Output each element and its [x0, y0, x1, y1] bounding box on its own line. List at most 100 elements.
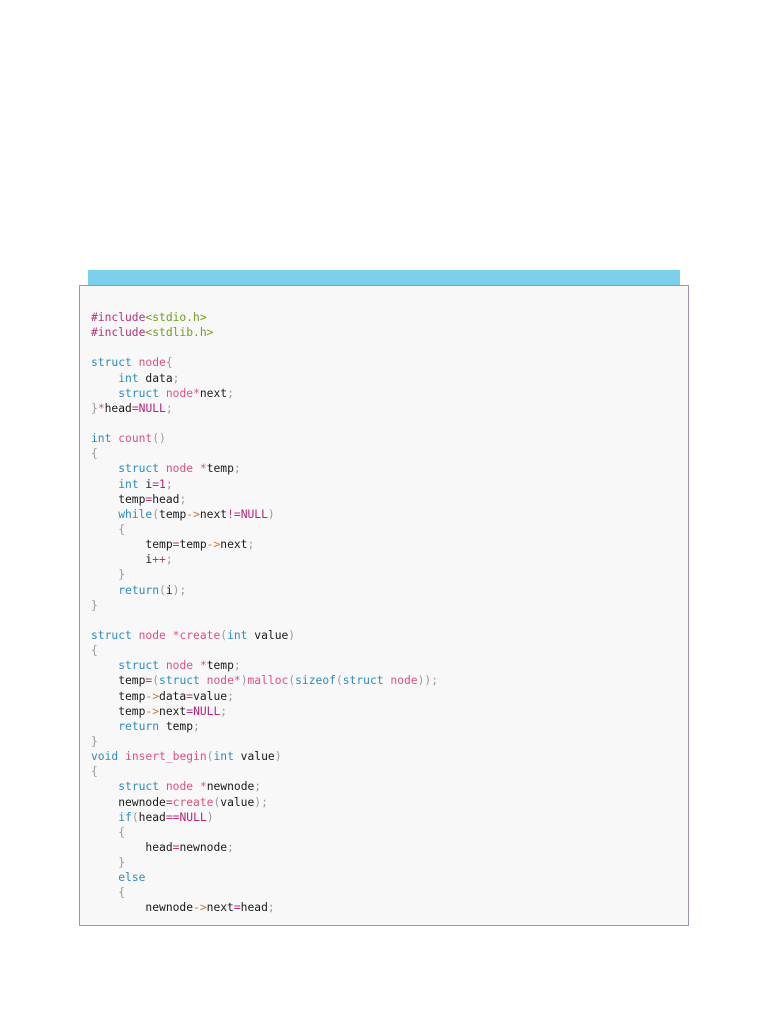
code-line: struct node *temp; — [91, 658, 438, 673]
text-token: next — [199, 386, 228, 400]
text-token: temp — [179, 538, 207, 552]
punctuation-token: ; — [179, 492, 187, 506]
keyword-token: struct — [159, 674, 200, 688]
text-token: i — [91, 553, 153, 567]
identifier-name-token: node — [138, 356, 166, 370]
code-line: temp=head; — [91, 492, 438, 507]
text-token: value — [233, 750, 275, 764]
operator-token: = — [233, 901, 241, 915]
punctuation-token: ) — [240, 674, 248, 688]
text-token: head — [152, 492, 180, 506]
identifier-name-token: * — [193, 386, 200, 400]
punctuation-token: } — [118, 568, 126, 582]
code-line: { — [91, 522, 438, 537]
keyword-token: return — [118, 583, 160, 597]
code-line: { — [91, 825, 438, 840]
code-listing: #include<stdio.h> #include<stdlib.h> struc… — [91, 310, 438, 916]
punctuation-token: ; — [220, 704, 228, 718]
arrow-operator-token: -> — [206, 538, 221, 552]
identifier-name-token: node — [138, 628, 166, 642]
constant-token: NULL — [138, 401, 166, 415]
code-line: head=newnode; — [91, 840, 438, 855]
punctuation-token: { — [118, 825, 126, 839]
punctuation-token: { — [118, 886, 126, 900]
punctuation-token: )); — [417, 674, 438, 688]
punctuation-token: } — [118, 856, 126, 870]
identifier-name-token: * — [199, 780, 207, 794]
code-line: int data; — [91, 371, 438, 386]
punctuation-token: ( — [335, 674, 343, 688]
code-line: return(i); — [91, 583, 438, 598]
identifier-name-token: node* — [206, 674, 241, 688]
keyword-token: struct — [342, 674, 384, 688]
text-token: newnode — [206, 780, 255, 794]
punctuation-token: { — [91, 644, 98, 658]
text-token: temp — [91, 689, 146, 703]
identifier-name-token: node — [165, 462, 194, 476]
punctuation-token: } — [91, 734, 98, 748]
header-string-token: <stdlib.h> — [145, 326, 214, 340]
code-line: void insert_begin(int value) — [91, 749, 438, 764]
code-line: temp=temp->next; — [91, 537, 438, 552]
keyword-token: struct — [118, 386, 160, 400]
punctuation-token: ) — [274, 750, 282, 764]
punctuation-token: ; — [254, 780, 262, 794]
code-line: return temp; — [91, 719, 438, 734]
punctuation-token: ) — [206, 810, 214, 824]
punctuation-token: ; — [165, 553, 173, 567]
identifier-name-token: node — [390, 674, 418, 688]
keyword-token: sizeof — [295, 674, 336, 688]
punctuation-token: { — [118, 522, 126, 536]
arrow-operator-token: -> — [145, 689, 160, 703]
code-line: while(temp->next!=NULL) — [91, 507, 438, 522]
punctuation-token: ; — [227, 689, 234, 703]
punctuation-token: { — [165, 356, 173, 370]
keyword-token: else — [118, 871, 146, 885]
operator-token: == — [165, 810, 180, 824]
punctuation-token: ( — [159, 583, 166, 597]
keyword-token: int — [91, 432, 112, 446]
keyword-token: int — [118, 477, 139, 491]
punctuation-token: ; — [233, 659, 241, 673]
punctuation-token: ); — [254, 795, 268, 809]
punctuation-token: ; — [233, 462, 241, 476]
operator-token: ++ — [152, 553, 166, 567]
keyword-token: struct — [91, 356, 132, 370]
punctuation-token: ) — [288, 628, 296, 642]
text-token: i — [138, 477, 153, 491]
code-line: { — [91, 446, 438, 461]
operator-token: != — [227, 507, 241, 521]
code-line: }*head=NULL; — [91, 401, 438, 416]
text-token: newnode — [91, 901, 194, 915]
punctuation-token: ; — [165, 401, 173, 415]
punctuation-token: ; — [227, 840, 234, 854]
keyword-token: struct — [91, 628, 132, 642]
identifier-name-token: * — [199, 659, 207, 673]
text-token: temp — [91, 704, 146, 718]
code-line: } — [91, 598, 438, 613]
text-token: newnode — [91, 795, 166, 809]
code-line: { — [91, 643, 438, 658]
arrow-operator-token: -> — [186, 507, 200, 521]
punctuation-token: ; — [247, 538, 255, 552]
punctuation-token: ; — [227, 386, 234, 400]
code-line: if(head==NULL) — [91, 810, 438, 825]
arrow-operator-token: -> — [145, 704, 160, 718]
